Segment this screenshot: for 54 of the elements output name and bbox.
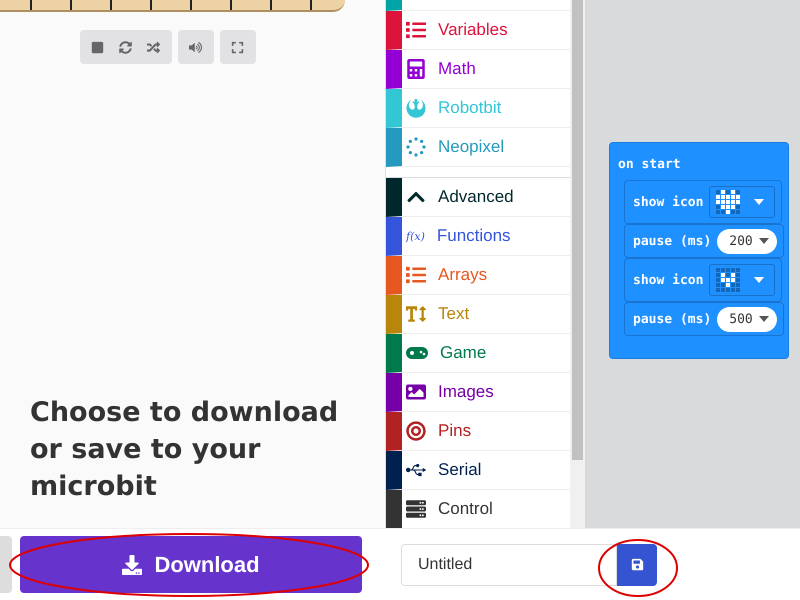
block-label: on start: [617, 156, 682, 174]
caret-icon: [758, 316, 769, 322]
block-label: pause (ms): [633, 312, 712, 326]
on-start-block[interactable]: on start show icon pause (ms) 200 show icon pause (ms) 500: [609, 142, 789, 359]
variables-icon: [406, 20, 426, 40]
category-label: Neopixel: [438, 137, 504, 157]
category-label: Variables: [438, 20, 508, 40]
rebel-icon: [406, 98, 426, 118]
category-label: Math: [438, 59, 476, 79]
restart-icon: [119, 40, 132, 54]
category-label: Game: [440, 343, 486, 363]
category-label: Images: [438, 382, 494, 402]
save-icon: [630, 558, 644, 571]
gamepad-icon: [406, 347, 428, 359]
led-picker[interactable]: [709, 264, 776, 296]
pause-block[interactable]: pause (ms) 500: [624, 302, 784, 336]
scrollbar[interactable]: [570, 0, 585, 528]
fullscreen-icon: [231, 40, 244, 54]
category-label: Robotbit: [438, 98, 502, 118]
category-label: Pins: [438, 421, 472, 441]
text-icon: [406, 304, 426, 324]
caret-icon: [758, 238, 769, 244]
block-label: pause (ms): [633, 234, 712, 248]
category-label: Arrays: [438, 265, 488, 285]
number-dropdown[interactable]: 200: [717, 228, 777, 254]
block-label: show icon: [633, 194, 704, 210]
led-picker[interactable]: [709, 186, 776, 218]
category-label: Text: [438, 304, 470, 324]
led-pattern-icon: [716, 268, 740, 292]
dots-ring-icon: [406, 137, 426, 157]
caret-icon: [754, 277, 764, 283]
math-icon: [406, 59, 426, 79]
function-icon: f(x): [406, 230, 425, 242]
save-button[interactable]: [617, 544, 657, 586]
server-icon: [406, 499, 426, 519]
download-button[interactable]: Download: [20, 536, 362, 593]
pause-block[interactable]: pause (ms) 200: [624, 224, 784, 258]
speaker-icon: [189, 40, 202, 54]
download-message: Choose to download or save to your microbit: [30, 396, 340, 504]
target-icon: [406, 421, 426, 441]
category-label: Advanced: [438, 187, 514, 207]
led-pattern-icon: [716, 190, 740, 214]
list-icon: [406, 265, 426, 285]
category-label: Control: [438, 499, 493, 519]
stop-icon: [91, 40, 104, 54]
number-dropdown[interactable]: 500: [717, 306, 777, 332]
filename-field[interactable]: Untitled: [401, 544, 617, 586]
download-icon: [122, 554, 142, 574]
panel-tab[interactable]: [0, 536, 12, 593]
category-label: Serial: [438, 460, 482, 480]
category-label: Functions: [436, 226, 511, 246]
caret-icon: [754, 199, 764, 205]
block-label: show icon: [633, 272, 704, 288]
image-icon: [406, 382, 426, 402]
